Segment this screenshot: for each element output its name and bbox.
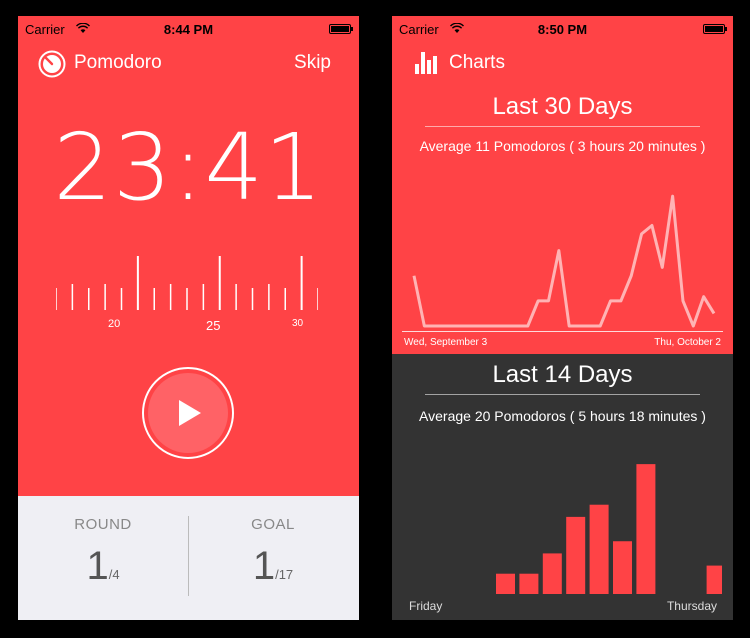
last30-start-label: Wed, September 3	[404, 337, 488, 348]
last14-subtitle: Average 20 Pomodoros ( 5 hours 18 minute…	[419, 408, 706, 424]
last14-rule	[425, 394, 700, 395]
last30-title: Last 30 Days	[492, 93, 633, 120]
ruler-label-25: 25	[206, 318, 221, 333]
timer-display: 23:41	[53, 114, 324, 221]
status-time: 8:50 PM	[537, 22, 588, 37]
bar-7	[542, 553, 562, 594]
line-chart-baseline	[402, 331, 723, 332]
skip-button[interactable]: Skip	[294, 52, 331, 74]
last14-title: Last 14 Days	[492, 361, 633, 388]
goal-total: /17	[275, 567, 294, 582]
goal-label: GOAL	[251, 516, 295, 533]
chart-icon	[414, 52, 440, 79]
bar-9	[589, 504, 609, 594]
progress-panel: ROUND 1/4 GOAL 1/17	[18, 496, 359, 620]
bar-10	[613, 541, 632, 594]
bar-11	[636, 464, 656, 594]
timer-icon	[38, 50, 66, 83]
nav-title: Pomodoro	[74, 52, 162, 73]
round-value-group: 1/4	[18, 544, 188, 589]
play-button[interactable]	[141, 366, 235, 460]
ruler-label-20: 20	[108, 318, 121, 330]
ruler-label-30: 30	[292, 318, 304, 329]
round-value: 1	[86, 544, 109, 588]
last14-end-label: Thursday	[666, 599, 717, 613]
last30-rule	[425, 126, 700, 127]
time-ruler[interactable]	[56, 254, 318, 334]
round-stat: ROUND 1/4	[18, 496, 188, 620]
charts-screen: Carrier 8:50 PM Charts Last 30 Days Aver…	[392, 16, 733, 620]
nav-title: Charts	[449, 52, 505, 73]
series-line	[412, 194, 716, 328]
goal-value: 1	[252, 544, 276, 588]
round-label: ROUND	[74, 516, 132, 533]
line-chart-last30	[412, 194, 716, 328]
status-time: 8:44 PM	[163, 22, 214, 37]
last14-start-label: Friday	[409, 599, 443, 613]
bar-5	[496, 573, 515, 594]
bar-6	[519, 573, 539, 594]
goal-value-group: 1/17	[188, 544, 358, 589]
status-bar: Carrier 8:50 PM	[392, 16, 733, 40]
pomodoro-screen: Carrier 8:44 PM Pomodoro Skip 23:41 20 2…	[18, 16, 359, 620]
bar-8	[566, 516, 586, 594]
bar-chart-last14	[496, 464, 722, 594]
last30-end-label: Thu, October 2	[654, 337, 721, 348]
battery-icon	[329, 24, 353, 34]
last30-subtitle: Average 11 Pomodoros ( 3 hours 20 minute…	[419, 138, 706, 154]
status-bar: Carrier 8:44 PM	[18, 16, 359, 40]
round-total: /4	[108, 567, 120, 582]
battery-icon	[703, 24, 727, 34]
goal-stat: GOAL 1/17	[188, 496, 358, 620]
bar-14	[706, 565, 722, 594]
